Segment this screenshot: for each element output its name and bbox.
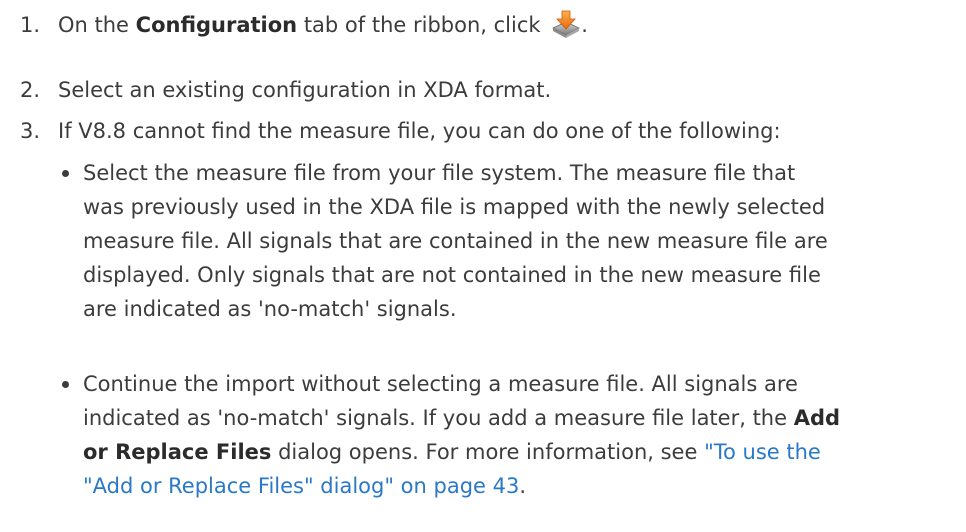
step-text: If V8.8 cannot find the measure file, yo… [58,119,781,143]
step-text: On the Configuration tab of the ribbon, … [58,10,588,38]
add-or-replace-files-label-start: Add [793,406,841,430]
add-or-replace-files-label-end: or Replace Files [83,440,272,464]
cross-reference-link-end[interactable]: "Add or Replace Files" dialog" on page 4… [83,474,519,498]
option-line: "Add or Replace Files" dialog" on page 4… [83,469,926,503]
configuration-tab-label: Configuration [135,13,298,37]
step-number: 3. [20,119,41,143]
step-text-middle: tab of the ribbon, click [297,13,548,37]
step-number: 1. [20,13,41,37]
option-line: or Replace Files dialog opens. For more … [83,435,926,469]
option-line: was previously used in the XDA file is m… [83,195,826,219]
bullet-icon [62,381,69,388]
bullet-icon [62,170,69,177]
option-line: Select the measure file from your file s… [83,161,796,185]
step-text-start: On the [58,13,136,37]
step-3: 3. If V8.8 cannot find the measure file,… [0,114,966,498]
option-select-measure-file: Select the measure file from your file s… [0,156,966,326]
option-line: Continue the import without selecting a … [83,372,798,396]
option-line: are indicated as 'no-match' signals. [83,297,457,321]
option-line-text: indicated as 'no-match' signals. If you … [83,406,794,430]
cross-reference-link-start[interactable]: "To use the [704,440,821,464]
step-text: Select an existing configuration in XDA … [58,78,552,102]
step-1: 1. On the Configuration tab of the ribbo… [0,8,966,42]
option-line: displayed. Only signals that are not con… [83,263,821,287]
option-continue-import: Continue the import without selecting a … [0,367,966,503]
option-line-text: dialog opens. For more information, see [271,440,705,464]
step-2: 2. Select an existing configuration in X… [0,73,966,107]
step-number: 2. [20,78,41,102]
option-line: measure file. All signals that are conta… [83,229,828,253]
option-line-text: . [519,474,527,498]
step-text-end: . [581,13,588,37]
import-configuration-icon [551,9,581,39]
option-line: indicated as 'no-match' signals. If you … [83,401,926,435]
